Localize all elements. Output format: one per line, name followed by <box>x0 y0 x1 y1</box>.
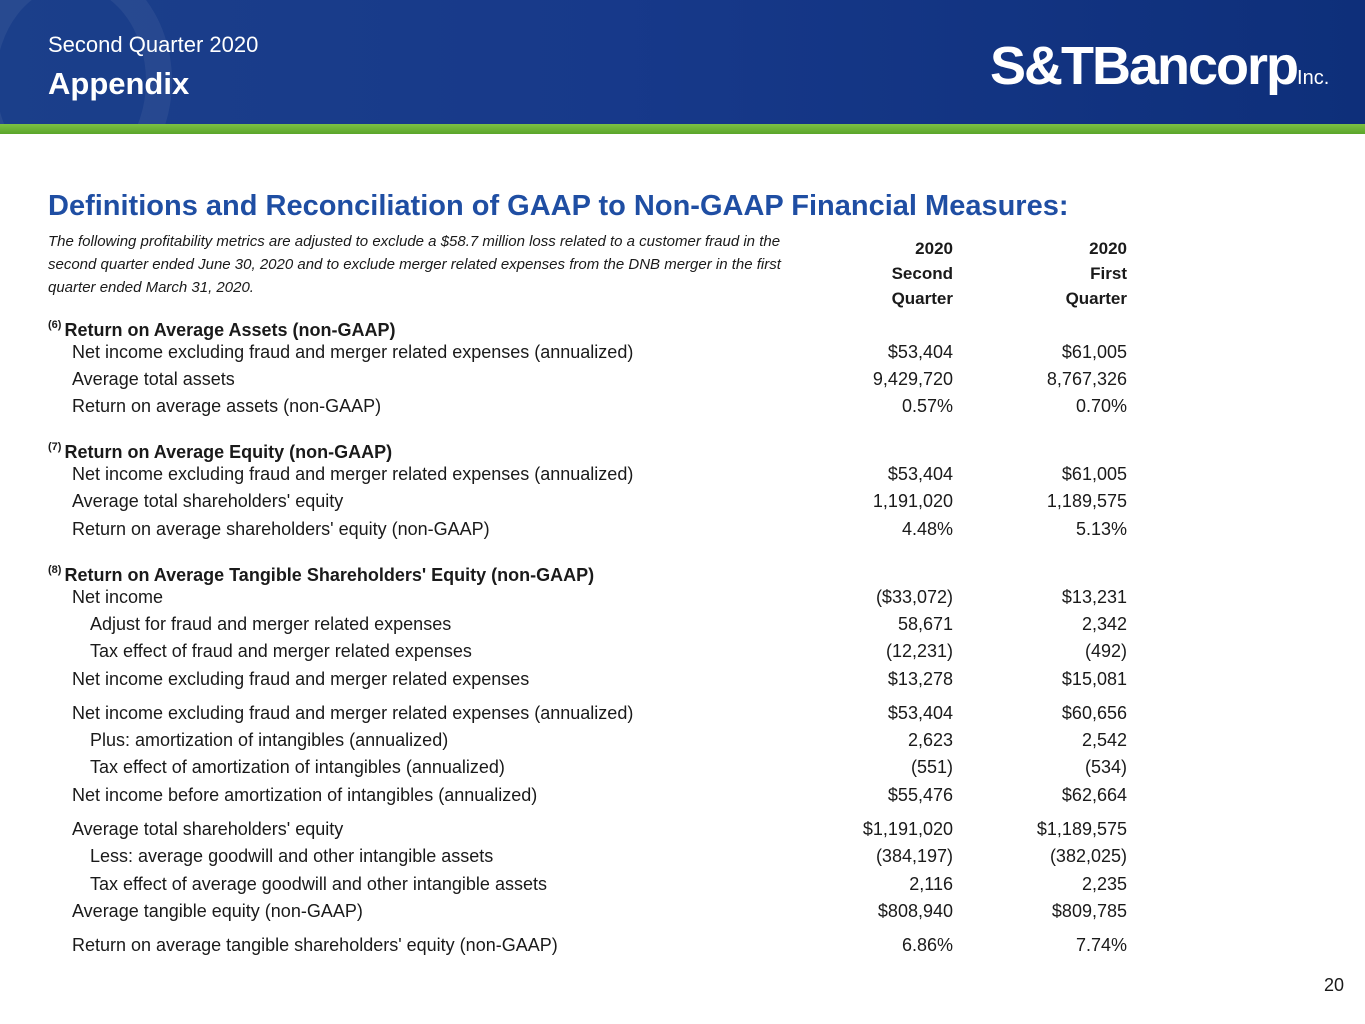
column-year: 2020 <box>915 239 953 258</box>
footnote-ref: (8) <box>48 564 62 576</box>
table-row: Average total shareholders' equity $1,19… <box>72 819 1127 839</box>
intro-note: The following profitability metrics are … <box>48 233 781 296</box>
section-title-roaa: (6) Return on Average Assets (non-GAAP) <box>48 312 396 340</box>
column-header-first-quarter: 2020 First Quarter <box>977 236 1127 311</box>
table-row: Net income excluding fraud and merger re… <box>72 703 1127 723</box>
table-row: Average total assets 9,429,720 8,767,326 <box>72 369 1127 389</box>
table-row: Return on average shareholders' equity (… <box>72 519 1127 539</box>
table-row: Tax effect of average goodwill and other… <box>90 874 1127 894</box>
section-title-text: Return on Average Tangible Shareholders'… <box>64 565 595 585</box>
column-header-second-quarter: 2020 Second Quarter <box>803 236 953 311</box>
company-logo: S&TBancorpInc. <box>990 30 1329 110</box>
table-row: Net income excluding fraud and merger re… <box>72 669 1127 689</box>
table-row: Net income ($33,072) $13,231 <box>72 587 1127 607</box>
column-year: 2020 <box>1089 239 1127 258</box>
header-accent-stripe <box>0 124 1365 134</box>
section-heading: Definitions and Reconciliation of GAAP t… <box>48 190 1069 222</box>
table-row: Tax effect of fraud and merger related e… <box>90 641 1127 661</box>
section-title-text: Return on Average Assets (non-GAAP) <box>64 320 396 340</box>
table-row: Average total shareholders' equity 1,191… <box>72 491 1127 511</box>
table-row: Return on average tangible shareholders'… <box>72 935 1127 955</box>
table-row: Return on average assets (non-GAAP) 0.57… <box>72 396 1127 416</box>
slide-subtitle: Second Quarter 2020 <box>48 32 259 57</box>
column-line1: Second <box>891 264 953 283</box>
column-line1: First <box>1090 264 1127 283</box>
table-row: Net income excluding fraud and merger re… <box>72 464 1127 484</box>
table-row: Plus: amortization of intangibles (annua… <box>90 730 1127 750</box>
logo-suffix-text: Inc. <box>1297 67 1330 89</box>
table-row: Less: average goodwill and other intangi… <box>90 846 1127 866</box>
table-row: Average tangible equity (non-GAAP) $808,… <box>72 901 1127 921</box>
slide-title: Appendix <box>48 66 190 101</box>
column-line2: Quarter <box>891 289 953 308</box>
logo-main-text: S&TBancorp <box>990 36 1299 96</box>
column-line2: Quarter <box>1065 289 1127 308</box>
footnote-ref: (7) <box>48 441 62 453</box>
footnote-ref: (6) <box>48 319 62 331</box>
table-row: Adjust for fraud and merger related expe… <box>90 614 1127 634</box>
page-number: 20 <box>1323 975 1344 995</box>
table-row: Net income excluding fraud and merger re… <box>72 342 1127 362</box>
table-row: Net income before amortization of intang… <box>72 785 1127 805</box>
table-row: Tax effect of amortization of intangible… <box>90 757 1127 777</box>
header-watermark <box>0 0 172 124</box>
section-title-roae: (7) Return on Average Equity (non-GAAP) <box>48 434 393 462</box>
slide-header: Second Quarter 2020 Appendix S&TBancorpI… <box>0 0 1365 124</box>
section-title-rotce: (8) Return on Average Tangible Shareholde… <box>48 557 595 585</box>
section-title-text: Return on Average Equity (non-GAAP) <box>64 442 393 462</box>
